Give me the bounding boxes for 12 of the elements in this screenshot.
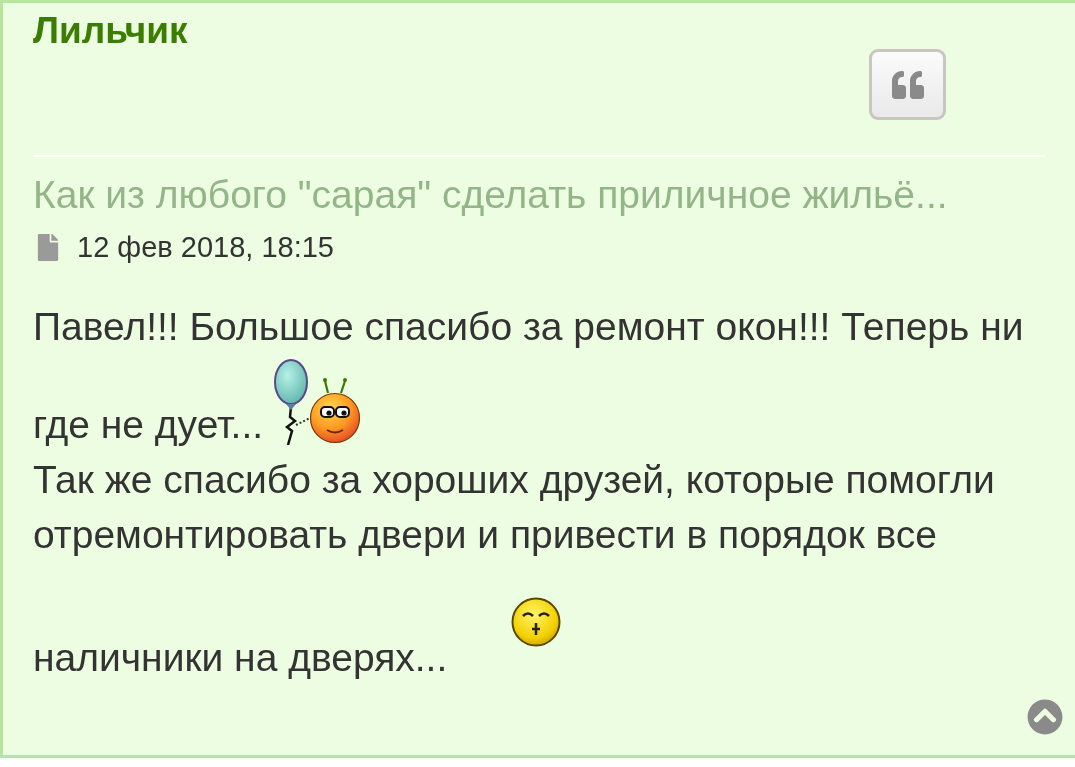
post-text: где не дует... bbox=[33, 403, 264, 446]
kiss-smiley-icon bbox=[511, 597, 562, 647]
author-name[interactable]: Лильчик bbox=[33, 11, 188, 51]
post-text: наличники на дверях... bbox=[33, 636, 448, 679]
scroll-top-button[interactable] bbox=[1027, 699, 1063, 735]
post-text: Павел!!! Большое спасибо за ремонт окон!!! Теперь ни bbox=[33, 305, 1024, 348]
post-text: Так же спасибо за хороших друзей, которые помогли bbox=[33, 458, 995, 501]
post-text: отремонтировать двери и привести в порядок все bbox=[33, 513, 938, 556]
quote-button[interactable] bbox=[869, 49, 946, 120]
post-date: 12 фев 2018, 18:15 bbox=[77, 230, 334, 264]
chevron-up-icon bbox=[1027, 699, 1063, 735]
file-icon bbox=[37, 233, 59, 261]
